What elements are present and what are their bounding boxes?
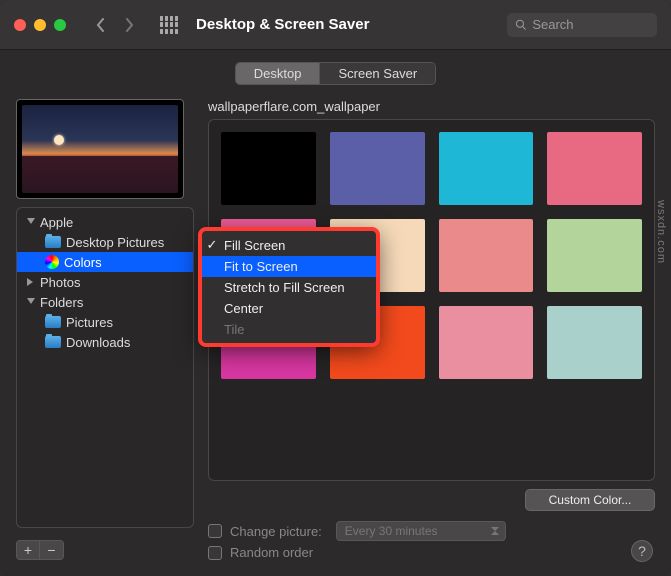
tree-item[interactable]: Pictures xyxy=(17,312,193,332)
random-order-row: Random order xyxy=(208,545,655,560)
zoom-window-button[interactable] xyxy=(54,19,66,31)
tree-item-label: Colors xyxy=(64,255,102,270)
dropdown-item-label: Stretch to Fill Screen xyxy=(224,280,345,295)
desktop-preview xyxy=(16,99,184,199)
dropdown-item[interactable]: ✓ Fill Screen xyxy=(200,234,378,256)
change-picture-row: Change picture: Every 30 minutes xyxy=(208,521,655,541)
folder-icon xyxy=(45,336,61,348)
tree-group[interactable]: Folders xyxy=(17,292,193,312)
show-all-icon[interactable] xyxy=(160,16,178,34)
remove-folder-button[interactable]: − xyxy=(40,540,64,560)
interval-popup[interactable]: Every 30 minutes xyxy=(336,521,506,541)
content-area: Apple Desktop Pictures Colors Photos Folders… xyxy=(0,95,671,576)
change-picture-checkbox[interactable] xyxy=(208,524,222,538)
random-order-checkbox[interactable] xyxy=(208,546,222,560)
search-input[interactable] xyxy=(532,17,649,32)
change-picture-label: Change picture: xyxy=(230,524,322,539)
sun-icon xyxy=(54,135,64,145)
color-wheel-icon xyxy=(45,255,59,269)
tree-group[interactable]: Apple xyxy=(17,212,193,232)
tree-item-label: Pictures xyxy=(66,315,113,330)
left-column: Apple Desktop Pictures Colors Photos Folders… xyxy=(16,99,194,560)
watermark: wsxdn.com xyxy=(655,200,667,264)
tree-item-label: Downloads xyxy=(66,335,130,350)
custom-color-button[interactable]: Custom Color... xyxy=(525,489,655,511)
tree-group-label: Folders xyxy=(40,295,83,310)
chevron-down-icon[interactable] xyxy=(27,298,35,306)
color-swatch[interactable] xyxy=(439,132,534,205)
nav-buttons xyxy=(88,13,142,37)
forward-button[interactable] xyxy=(116,13,142,37)
color-swatch[interactable] xyxy=(439,219,534,292)
tree-item[interactable]: Desktop Pictures xyxy=(17,232,193,252)
add-folder-button[interactable]: + xyxy=(16,540,40,560)
color-swatch[interactable] xyxy=(547,219,642,292)
dropdown-item-label: Center xyxy=(224,301,263,316)
dropdown-item[interactable]: Stretch to Fill Screen xyxy=(200,277,378,298)
tab-desktop[interactable]: Desktop xyxy=(236,63,320,84)
help-button[interactable]: ? xyxy=(631,540,653,562)
dropdown-item-label: Tile xyxy=(224,322,244,337)
dropdown-item[interactable]: Fit to Screen xyxy=(200,256,378,277)
tree-buttons: + − xyxy=(16,540,194,560)
tree-group[interactable]: Photos xyxy=(17,272,193,292)
color-swatch[interactable] xyxy=(547,132,642,205)
window-title: Desktop & Screen Saver xyxy=(196,16,369,33)
chevron-down-icon[interactable] xyxy=(27,218,35,226)
tree-item[interactable]: Downloads xyxy=(17,332,193,352)
titlebar: Desktop & Screen Saver xyxy=(0,0,671,50)
color-swatch[interactable] xyxy=(547,306,642,379)
color-swatch[interactable] xyxy=(221,132,316,205)
folder-icon xyxy=(45,236,61,248)
tree-group-label: Apple xyxy=(40,215,73,230)
dropdown-item-label: Fit to Screen xyxy=(224,259,298,274)
chevron-right-icon[interactable] xyxy=(27,278,35,286)
color-swatch[interactable] xyxy=(439,306,534,379)
dropdown-item: Tile xyxy=(200,319,378,340)
folder-icon xyxy=(45,316,61,328)
preferences-window: Desktop & Screen Saver Desktop Screen Sa… xyxy=(0,0,671,576)
tree-item-label: Desktop Pictures xyxy=(66,235,164,250)
check-icon: ✓ xyxy=(206,237,218,253)
random-order-label: Random order xyxy=(230,545,313,560)
preview-image xyxy=(22,105,178,193)
search-icon xyxy=(515,18,526,31)
tree-group-label: Photos xyxy=(40,275,80,290)
tab-bar: Desktop Screen Saver xyxy=(0,50,671,95)
back-button[interactable] xyxy=(88,13,114,37)
color-swatch[interactable] xyxy=(330,132,425,205)
dropdown-item[interactable]: Center xyxy=(200,298,378,319)
tree-item[interactable]: Colors xyxy=(17,252,193,272)
source-list[interactable]: Apple Desktop Pictures Colors Photos Folders… xyxy=(16,207,194,528)
dropdown-item-label: Fill Screen xyxy=(224,238,285,253)
tab-screen-saver[interactable]: Screen Saver xyxy=(319,63,435,84)
wallpaper-name: wallpaperflare.com_wallpaper xyxy=(208,99,655,115)
search-field[interactable] xyxy=(507,13,657,37)
minimize-window-button[interactable] xyxy=(34,19,46,31)
traffic-lights xyxy=(14,19,66,31)
close-window-button[interactable] xyxy=(14,19,26,31)
fit-mode-dropdown[interactable]: ✓ Fill Screen Fit to Screen Stretch to Fill… xyxy=(200,229,378,345)
